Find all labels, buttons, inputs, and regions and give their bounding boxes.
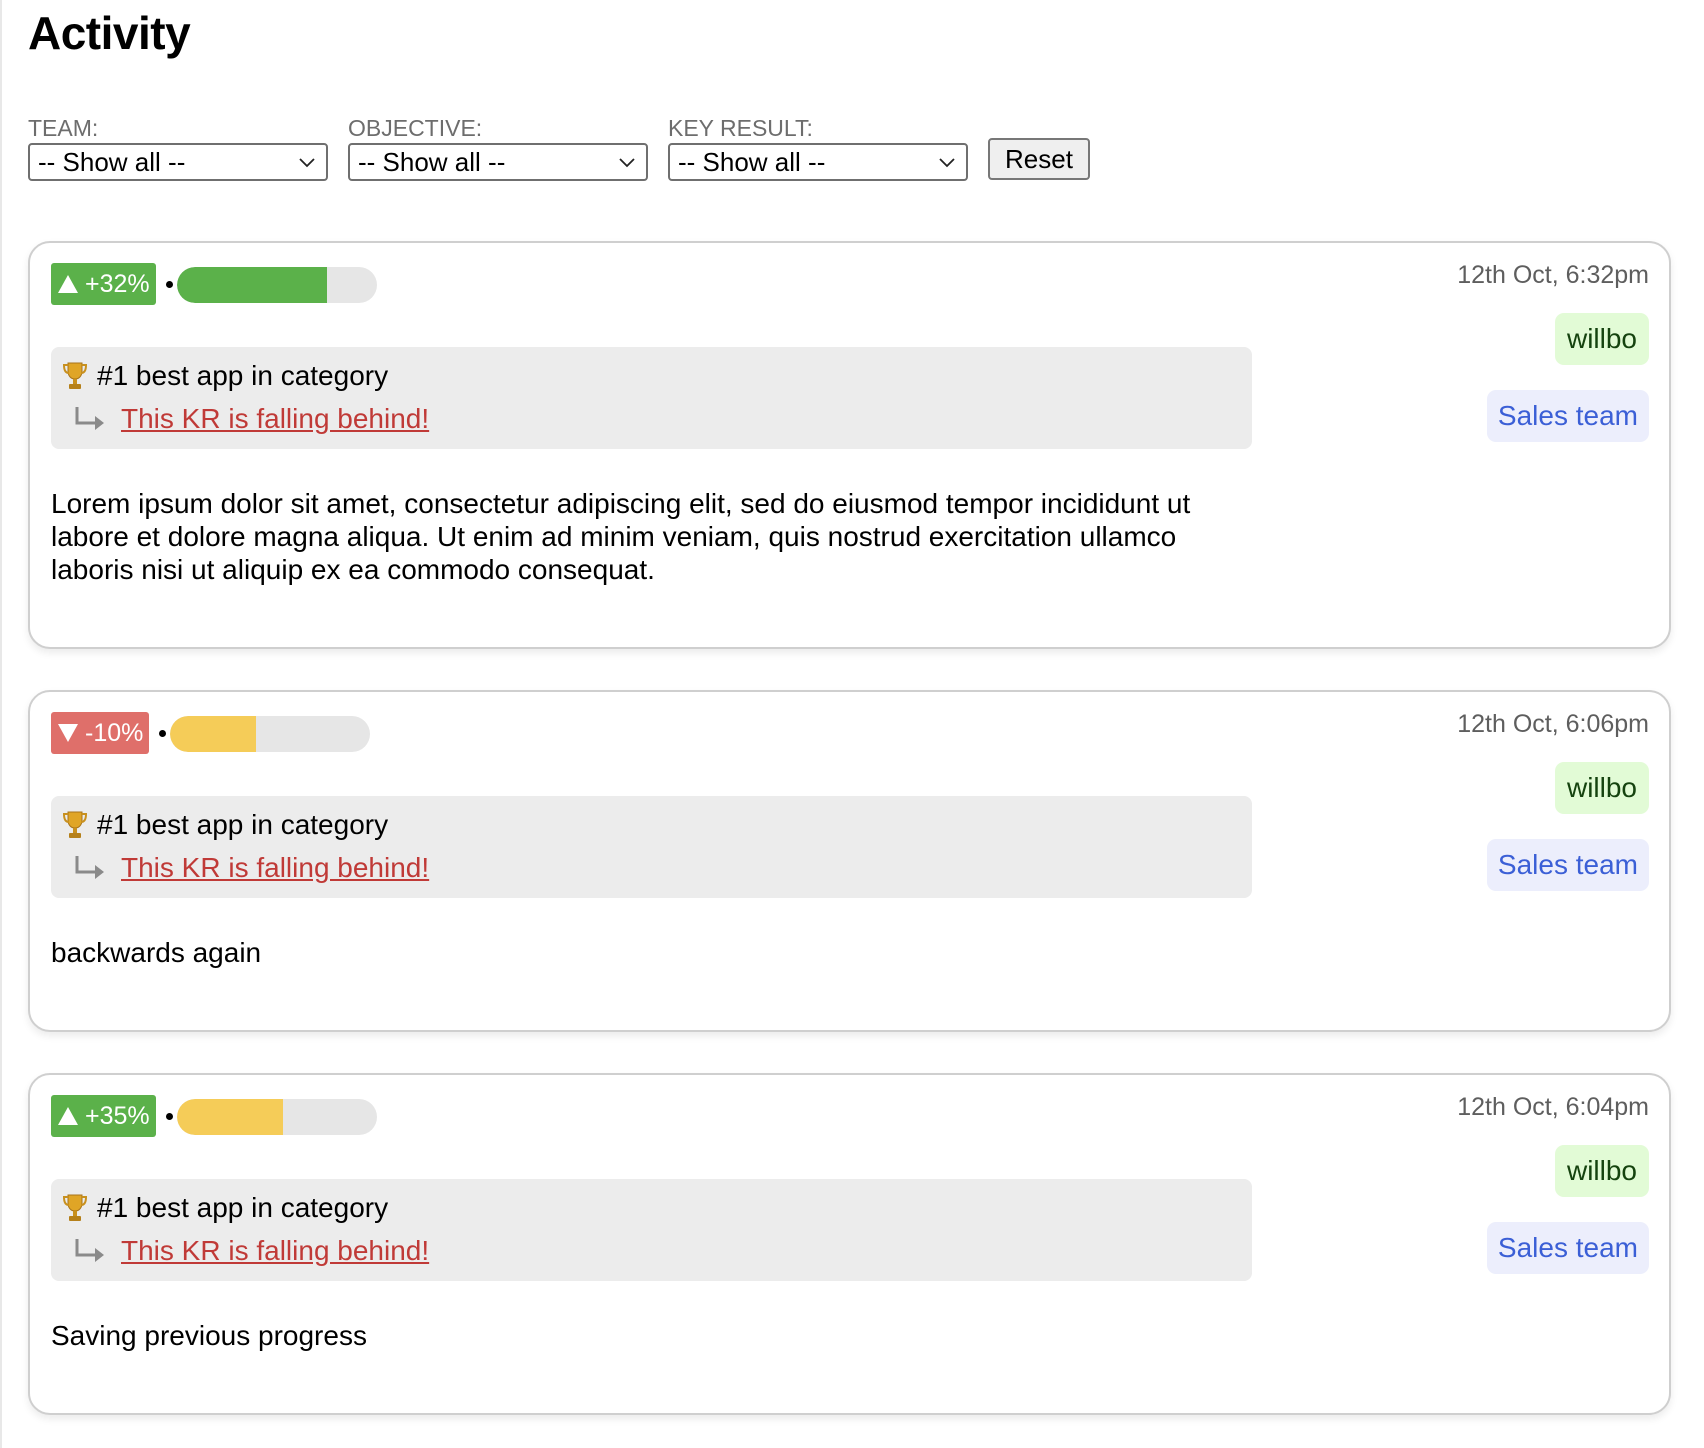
- change-badge: -10%: [51, 712, 150, 754]
- separator-dot: [159, 730, 166, 737]
- trophy-icon: [62, 1194, 88, 1221]
- trophy-icon: [62, 362, 88, 389]
- comment-text: Lorem ipsum dolor sit amet, consectetur …: [51, 488, 1191, 585]
- change-value: +35%: [85, 1102, 150, 1130]
- key-result-box: #1 best app in category This KR is falli…: [51, 1179, 1252, 1281]
- objective-row: #1 best app in category: [61, 804, 1252, 846]
- comment-text: backwards again: [51, 937, 262, 968]
- team-filter-label: TEAM:: [28, 115, 99, 141]
- key-result-row: This KR is falling behind!: [73, 846, 1252, 890]
- objective-title: #1 best app in category: [97, 1192, 389, 1223]
- team-tag[interactable]: Sales team: [1486, 1222, 1649, 1274]
- team-tag[interactable]: Sales team: [1486, 390, 1649, 442]
- team-select[interactable]: -- Show all --: [28, 143, 328, 181]
- objective-select[interactable]: -- Show all --: [348, 143, 648, 181]
- triangle-down-icon: [58, 724, 78, 742]
- progress-bar: [177, 267, 377, 303]
- activity-card: +35% 12th Oct, 6:04pm willbo Sales team …: [28, 1073, 1671, 1415]
- page-title: Activity: [28, 7, 191, 59]
- objective-filter: OBJECTIVE: -- Show all --: [348, 114, 648, 181]
- objective-filter-label: OBJECTIVE:: [348, 115, 483, 141]
- activity-card: -10% 12th Oct, 6:06pm willbo Sales team …: [28, 690, 1671, 1032]
- comment-text: Saving previous progress: [51, 1320, 367, 1351]
- change-value: -10%: [85, 719, 144, 747]
- subdirectory-arrow-icon: [75, 1239, 104, 1262]
- key-result-select-value: -- Show all --: [678, 147, 826, 177]
- triangle-up-icon: [58, 275, 78, 293]
- key-result-link[interactable]: This KR is falling behind!: [121, 852, 429, 884]
- progress-bar: [170, 716, 370, 752]
- objective-row: #1 best app in category: [61, 1187, 1252, 1229]
- key-result-row: This KR is falling behind!: [73, 1229, 1252, 1273]
- progress-fill: [177, 267, 327, 303]
- subdirectory-arrow-icon: [75, 407, 104, 430]
- team-filter: TEAM: -- Show all --: [28, 114, 328, 181]
- objective-select-value: -- Show all --: [358, 147, 506, 177]
- progress-bar: [177, 1099, 377, 1135]
- change-badge: +32%: [51, 263, 156, 305]
- key-result-select[interactable]: -- Show all --: [668, 143, 968, 181]
- key-result-box: #1 best app in category This KR is falli…: [51, 347, 1252, 449]
- user-tag: willbo: [1554, 313, 1649, 365]
- chevron-down-icon: [619, 158, 635, 168]
- progress-fill: [170, 716, 256, 752]
- separator-dot: [166, 1113, 173, 1120]
- chevron-down-icon: [299, 158, 315, 168]
- key-result-filter-label: KEY RESULT:: [668, 115, 813, 141]
- objective-title: #1 best app in category: [97, 809, 389, 840]
- objective-row: #1 best app in category: [61, 355, 1252, 397]
- team-select-value: -- Show all --: [38, 147, 186, 177]
- subdirectory-arrow-icon: [75, 856, 104, 879]
- trophy-icon: [62, 811, 88, 838]
- reset-button[interactable]: Reset: [988, 138, 1090, 180]
- triangle-up-icon: [58, 1107, 78, 1125]
- activity-card: +32% 12th Oct, 6:32pm willbo Sales team …: [28, 241, 1671, 649]
- change-value: +32%: [85, 270, 150, 298]
- timestamp: 12th Oct, 6:32pm: [1457, 261, 1649, 289]
- change-badge: +35%: [51, 1095, 156, 1137]
- key-result-box: #1 best app in category This KR is falli…: [51, 796, 1252, 898]
- key-result-row: This KR is falling behind!: [73, 397, 1252, 441]
- objective-title: #1 best app in category: [97, 360, 389, 391]
- separator-dot: [166, 281, 173, 288]
- filter-bar: TEAM: -- Show all -- OBJECTIVE: -- Show …: [28, 114, 1228, 184]
- user-tag: willbo: [1554, 762, 1649, 814]
- timestamp: 12th Oct, 6:06pm: [1457, 710, 1649, 738]
- team-tag[interactable]: Sales team: [1486, 839, 1649, 891]
- key-result-link[interactable]: This KR is falling behind!: [121, 403, 429, 435]
- key-result-filter: KEY RESULT: -- Show all --: [668, 114, 968, 181]
- progress-fill: [177, 1099, 283, 1135]
- chevron-down-icon: [939, 158, 955, 168]
- timestamp: 12th Oct, 6:04pm: [1457, 1093, 1649, 1121]
- key-result-link[interactable]: This KR is falling behind!: [121, 1235, 429, 1267]
- user-tag: willbo: [1554, 1145, 1649, 1197]
